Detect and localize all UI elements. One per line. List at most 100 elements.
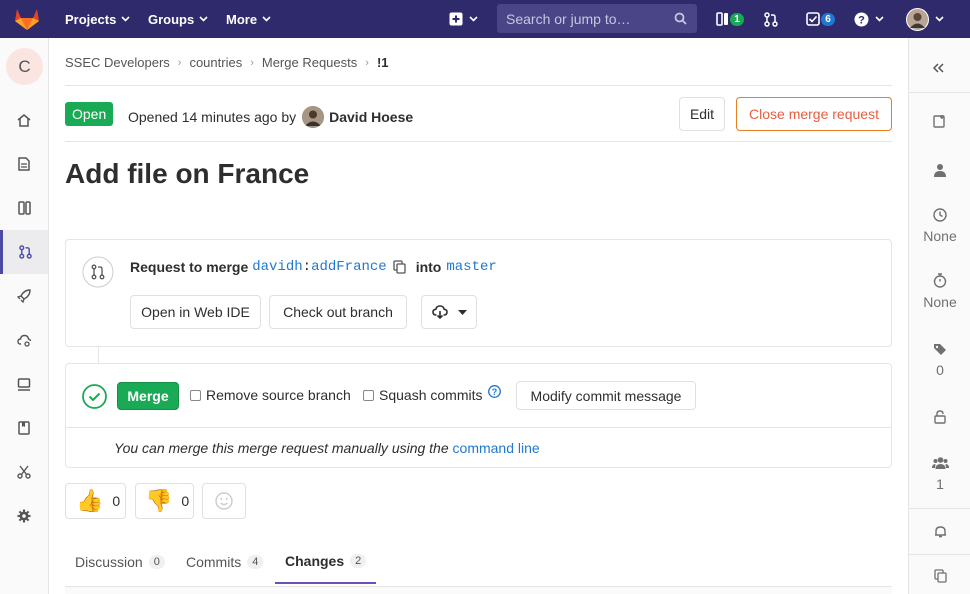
- nav-projects[interactable]: Projects: [65, 0, 130, 38]
- request-to-merge-text: Request to merge: [130, 259, 249, 275]
- squash-commits-label: Squash commits: [379, 387, 483, 403]
- gitlab-logo-icon[interactable]: [14, 7, 40, 31]
- manual-merge-text: You can merge this merge request manuall…: [114, 440, 449, 456]
- divider: [66, 427, 891, 428]
- chevron-down-icon: [121, 16, 130, 22]
- sidebar-item-snippets[interactable]: [0, 450, 48, 494]
- stopwatch-icon: [933, 273, 947, 288]
- new-dropdown[interactable]: [449, 0, 478, 38]
- sidebar-milestone[interactable]: None: [909, 208, 970, 244]
- question-circle-icon[interactable]: ?: [488, 384, 502, 398]
- svg-text:?: ?: [492, 386, 498, 396]
- nav-user-menu[interactable]: [906, 0, 944, 38]
- command-line-link[interactable]: command line: [453, 440, 540, 456]
- tab-discussion[interactable]: Discussion 0: [65, 540, 175, 584]
- opened-text: Opened 14 minutes ago by: [128, 109, 297, 125]
- sidebar-participants[interactable]: 1: [909, 456, 970, 492]
- sidebar-item-repository[interactable]: [0, 142, 48, 186]
- open-in-web-ide-button[interactable]: Open in Web IDE: [130, 295, 261, 329]
- sidebar-item-ci-cd[interactable]: [0, 274, 48, 318]
- todos-count-badge: 6: [821, 12, 835, 26]
- issues-icon: [17, 201, 31, 215]
- cloud-download-icon: [431, 305, 448, 319]
- edit-button[interactable]: Edit: [679, 97, 725, 131]
- download-dropdown-button[interactable]: [421, 295, 477, 329]
- tab-discussion-label: Discussion: [75, 554, 143, 570]
- mr-info-widget: Request to merge davidh: addFrance into m…: [65, 239, 892, 347]
- labels-icon: [933, 344, 946, 355]
- thumbsup-reaction-button[interactable]: 👍 0: [65, 483, 126, 519]
- breadcrumb-group[interactable]: SSEC Developers: [65, 55, 170, 70]
- sidebar-item-environments[interactable]: [0, 362, 48, 406]
- divider: [65, 141, 892, 142]
- changes-panel-top: [65, 586, 892, 594]
- sidebar-lock[interactable]: [909, 410, 970, 424]
- merge-request-icon: [19, 245, 32, 259]
- repository-icon: [18, 157, 30, 171]
- sidebar-item-settings[interactable]: [0, 494, 48, 538]
- nav-more[interactable]: More: [226, 0, 271, 38]
- sidebar-item-operations[interactable]: [0, 318, 48, 362]
- sidebar-assignee[interactable]: [909, 163, 970, 177]
- tab-commits-label: Commits: [186, 554, 242, 570]
- home-icon: [17, 113, 31, 127]
- remove-source-branch-label: Remove source branch: [206, 387, 351, 403]
- breadcrumb-merge-requests[interactable]: Merge Requests: [262, 55, 357, 70]
- project-sidebar: C: [0, 38, 49, 594]
- breadcrumb-project[interactable]: countries: [189, 55, 242, 70]
- breadcrumb-current-mr[interactable]: !1: [377, 55, 389, 70]
- sidebar-time-tracking[interactable]: None: [909, 273, 970, 310]
- participants-icon: [931, 457, 949, 469]
- source-branch[interactable]: addFrance: [311, 259, 387, 275]
- chevron-down-icon: [875, 16, 884, 22]
- user-avatar-icon: [906, 7, 929, 31]
- issues-icon: [716, 12, 728, 26]
- sidebar-todo[interactable]: [909, 114, 970, 128]
- status-badge: Open: [65, 102, 114, 126]
- mr-author-line: Opened 14 minutes ago by David Hoese: [128, 106, 413, 128]
- tab-commits[interactable]: Commits 4: [176, 540, 273, 584]
- nav-todos[interactable]: 6: [806, 0, 835, 38]
- nav-groups[interactable]: Groups: [148, 0, 208, 38]
- nav-issues[interactable]: 1: [716, 0, 744, 38]
- squash-commits-option[interactable]: Squash commits ?: [363, 384, 502, 403]
- search-input[interactable]: Search or jump to…: [497, 4, 697, 33]
- modify-commit-message-button[interactable]: Modify commit message: [516, 381, 696, 410]
- sidebar-item-issues[interactable]: [0, 186, 48, 230]
- merge-request-source-target: Request to merge davidh: addFrance into m…: [130, 259, 497, 275]
- thumbsdown-reaction-button[interactable]: 👎 0: [135, 483, 194, 519]
- sidebar-item-wiki[interactable]: [0, 406, 48, 450]
- nav-groups-label: Groups: [148, 11, 195, 27]
- squash-commits-checkbox[interactable]: [363, 389, 374, 401]
- mr-merge-widget: Merge Remove source branch Squash commit…: [65, 363, 892, 468]
- author-name[interactable]: David Hoese: [329, 109, 413, 125]
- sidebar-labels[interactable]: 0: [909, 343, 970, 378]
- chevron-down-icon: [199, 16, 208, 22]
- copy-icon[interactable]: [393, 260, 406, 274]
- tab-changes-count: 2: [350, 554, 367, 568]
- nav-help[interactable]: ?: [854, 0, 884, 38]
- project-avatar[interactable]: C: [6, 48, 43, 85]
- target-branch[interactable]: master: [446, 259, 496, 275]
- branch-colon: :: [302, 259, 312, 275]
- tab-changes[interactable]: Changes 2: [275, 540, 376, 584]
- sidebar-item-merge-requests[interactable]: [0, 230, 48, 274]
- source-user[interactable]: davidh: [252, 259, 302, 275]
- check-out-branch-button[interactable]: Check out branch: [269, 295, 407, 329]
- smiley-icon: [215, 492, 233, 510]
- divider: [65, 85, 892, 86]
- author-avatar[interactable]: [302, 106, 325, 128]
- add-reaction-button[interactable]: [202, 483, 246, 519]
- sidebar-notifications[interactable]: [909, 525, 970, 538]
- sidebar-item-home[interactable]: [0, 98, 48, 142]
- top-navbar: Projects Groups More Search or jump to… …: [0, 0, 970, 38]
- merge-button[interactable]: Merge: [117, 382, 179, 410]
- remove-source-branch-option[interactable]: Remove source branch: [190, 387, 351, 403]
- remove-source-branch-checkbox[interactable]: [190, 389, 201, 401]
- cloud-gear-icon: [16, 334, 31, 347]
- close-merge-request-button[interactable]: Close merge request: [736, 97, 892, 131]
- lock-open-icon: [934, 410, 946, 424]
- nav-merge-requests[interactable]: [764, 0, 778, 38]
- sidebar-copy-reference[interactable]: [909, 569, 970, 583]
- collapse-sidebar-icon[interactable]: [933, 63, 945, 73]
